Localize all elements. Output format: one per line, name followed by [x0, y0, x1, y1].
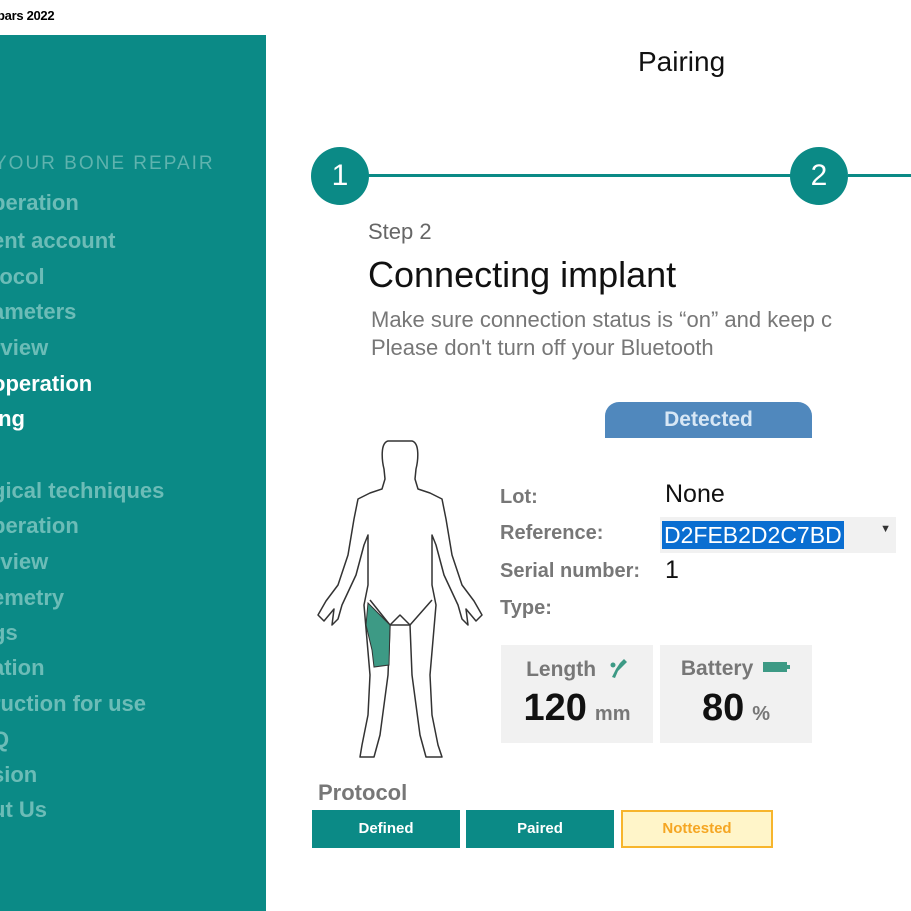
- sidebar-item-pairing[interactable]: ing: [0, 406, 25, 432]
- sidebar-item-faq[interactable]: Q: [0, 727, 9, 753]
- serial-number-label: Serial number:: [500, 560, 641, 582]
- sidebar-item-telemetry[interactable]: emetry: [0, 585, 64, 611]
- battery-card: Battery 80%: [660, 645, 812, 743]
- reference-select[interactable]: D2FEB2D2C7BD ▼: [660, 517, 896, 553]
- sidebar-item-settings[interactable]: gs: [0, 620, 18, 646]
- page-title: Pairing: [638, 46, 726, 77]
- battery-value: 80: [701, 687, 745, 729]
- sidebar-item-postoperation[interactable]: peration: [0, 513, 79, 539]
- length-label: Length: [526, 658, 597, 681]
- length-card: Length 120 mm: [501, 645, 653, 743]
- lot-label: Lot:: [500, 486, 538, 508]
- sidebar-item-operation[interactable]: operation: [0, 371, 92, 397]
- protocol-defined-button[interactable]: Defined: [312, 810, 460, 848]
- length-value: 120: [523, 687, 587, 729]
- reference-value: D2FEB2D2C7BD: [662, 521, 844, 549]
- battery-label: Battery: [680, 657, 754, 680]
- lot-value: None: [665, 480, 725, 508]
- battery-unit: %: [752, 703, 771, 725]
- stepper-line: [368, 174, 792, 177]
- length-value-row: 120 mm: [501, 687, 653, 730]
- step-1-circle[interactable]: 1: [311, 147, 369, 205]
- battery-value-row: 80%: [660, 687, 812, 730]
- length-unit: mm: [594, 703, 631, 725]
- battery-icon: [763, 662, 791, 672]
- body-figure-icon: [317, 440, 483, 758]
- sidebar-item-overview-2[interactable]: rview: [0, 549, 48, 575]
- sidebar-item-information[interactable]: ation: [0, 655, 45, 681]
- protocol-paired-button[interactable]: Paired: [466, 810, 614, 848]
- battery-title: Battery: [660, 657, 812, 681]
- protocol-not-tested-button[interactable]: Nottested: [621, 810, 773, 848]
- section-heading: Connecting implant: [368, 254, 677, 295]
- sidebar-item-protocol[interactable]: tocol: [0, 264, 45, 290]
- bone-icon: [610, 659, 627, 678]
- serial-number-value: 1: [665, 556, 679, 584]
- stepper-line-next: [848, 174, 911, 177]
- sidebar-item-surgical-techniques[interactable]: gical techniques: [0, 478, 164, 504]
- type-label: Type:: [500, 597, 552, 619]
- connection-status-tab: Detected: [605, 402, 812, 438]
- protocol-label: Protocol: [318, 780, 408, 805]
- instruction-line-1: Make sure connection status is “on” and …: [371, 307, 833, 332]
- sidebar-item-parameters[interactable]: ameters: [0, 299, 76, 325]
- sidebar-item-instruction-for-use[interactable]: ruction for use: [0, 691, 146, 717]
- instruction-line-2: Please don't turn off your Bluetooth: [371, 335, 714, 360]
- reference-label: Reference:: [500, 522, 604, 544]
- sidebar-item-preoperation[interactable]: peration: [0, 190, 79, 216]
- sidebar-item-version[interactable]: sion: [0, 762, 37, 788]
- sidebar: YOUR BONE REPAIR peration ent account to…: [0, 35, 266, 911]
- length-title: Length: [501, 657, 653, 682]
- sidebar-item-patient-account[interactable]: ent account: [0, 228, 115, 254]
- sidebar-item-about-us[interactable]: ut Us: [0, 797, 47, 823]
- copyright-text: bars 2022: [0, 8, 55, 23]
- step-label: Step 2: [368, 219, 432, 244]
- step-2-circle[interactable]: 2: [790, 147, 848, 205]
- sidebar-item-overview[interactable]: rview: [0, 335, 48, 361]
- dropdown-arrow-icon[interactable]: ▼: [880, 523, 891, 535]
- sidebar-heading: YOUR BONE REPAIR: [0, 153, 215, 174]
